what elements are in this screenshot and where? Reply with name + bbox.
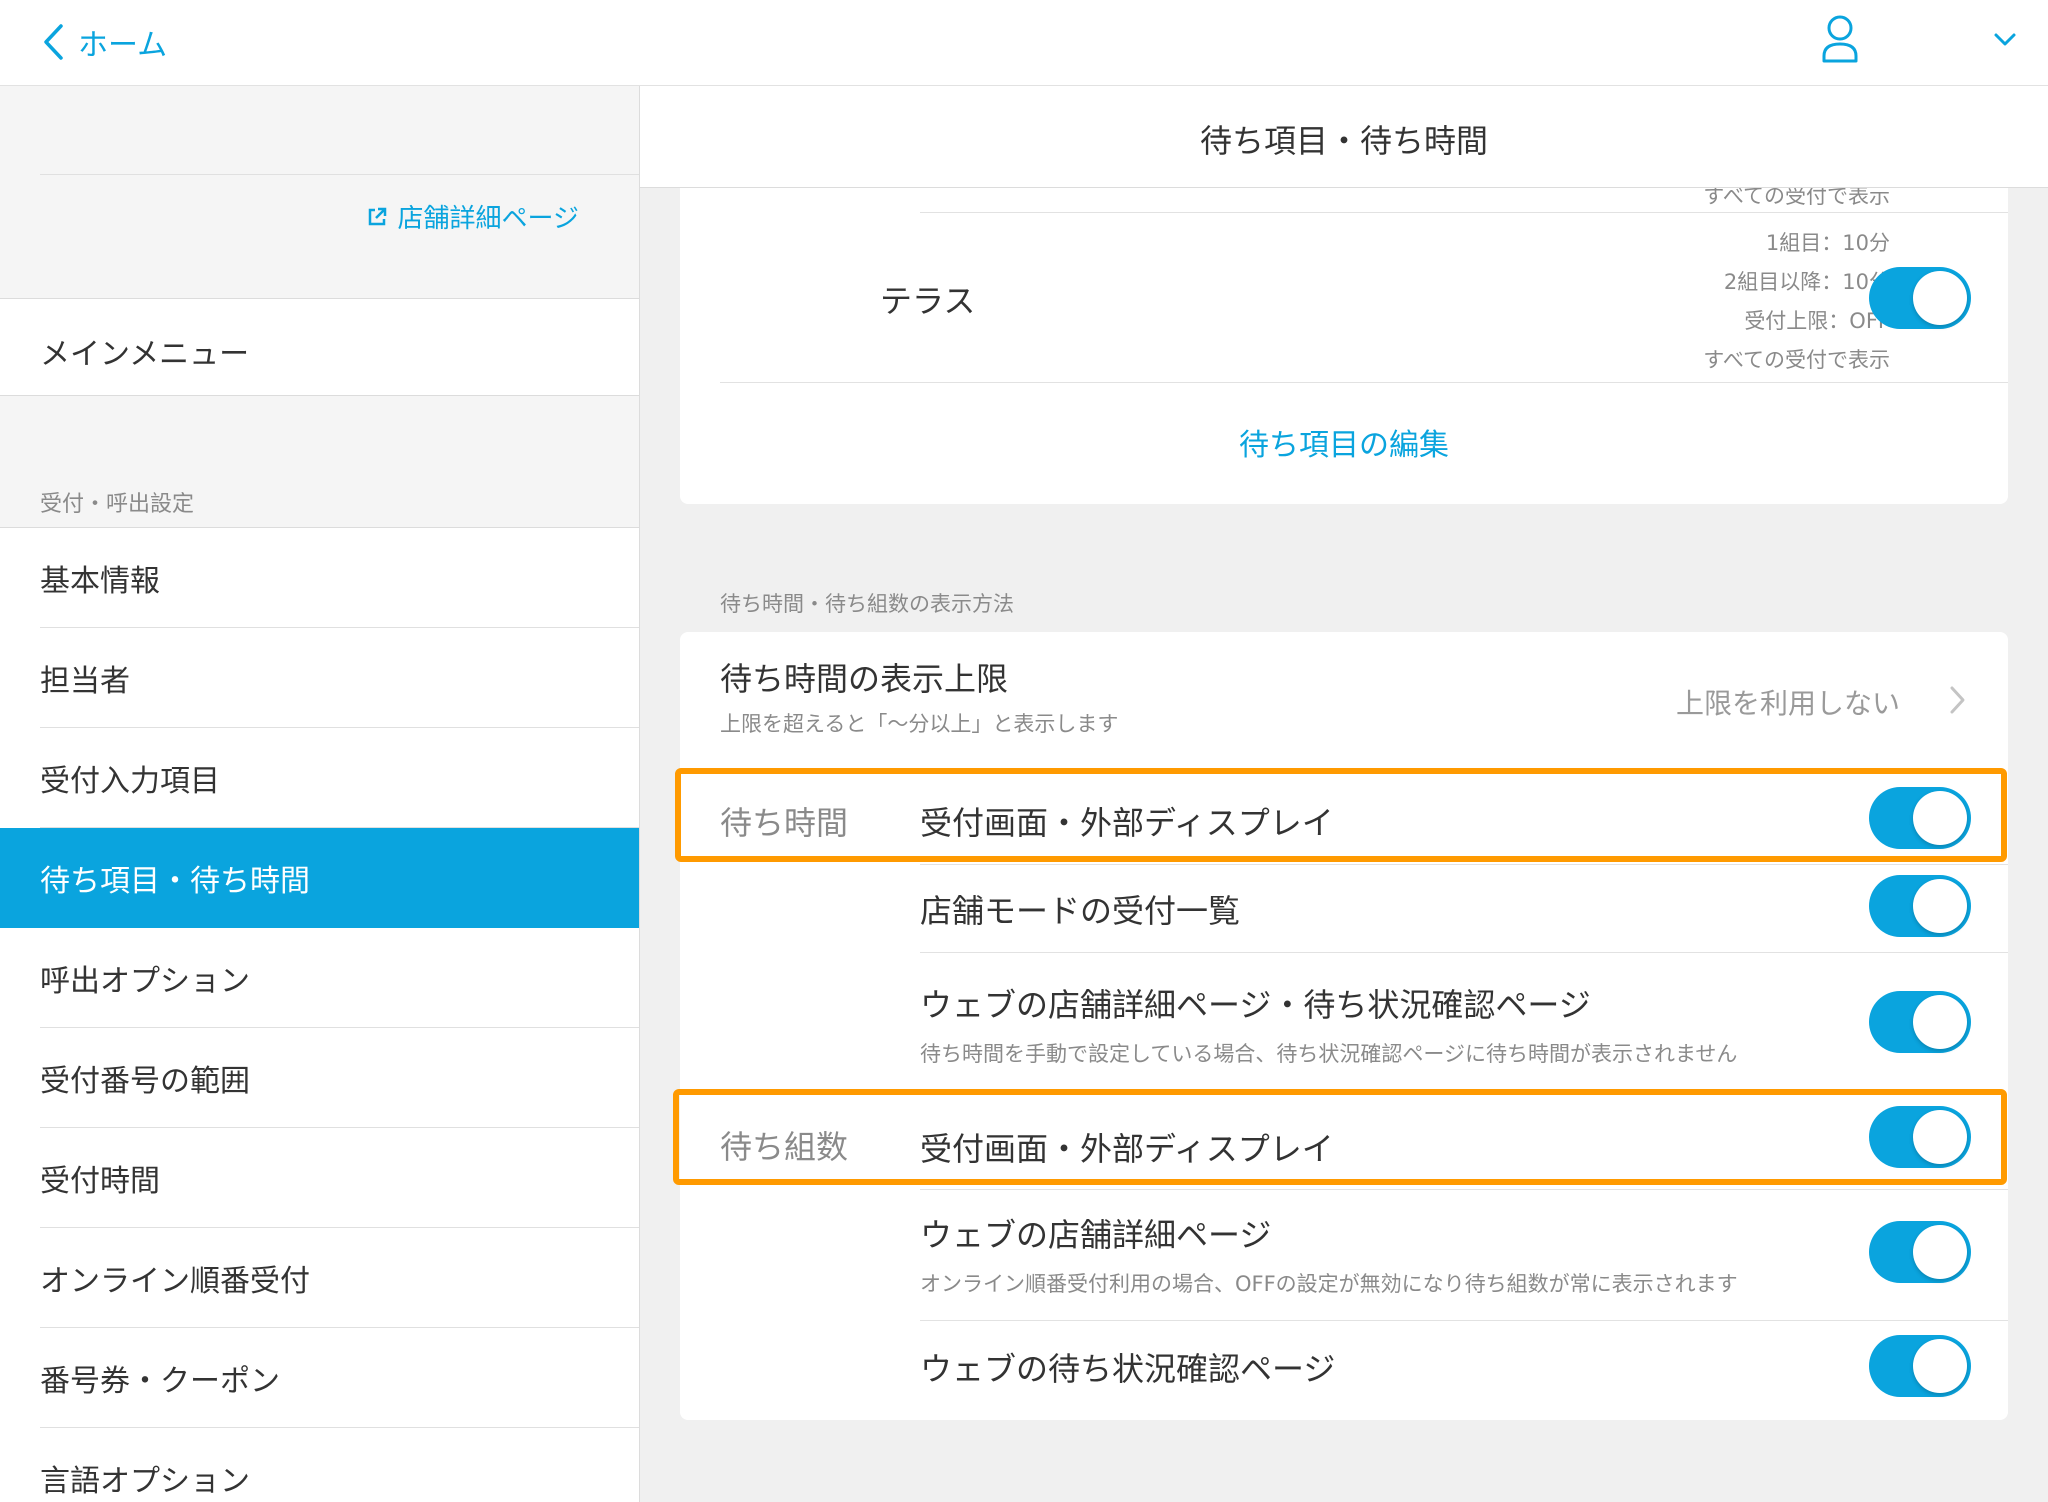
divider: [920, 1320, 2008, 1321]
wait-count-row-label: 受付画面・外部ディスプレイ: [920, 1130, 1334, 1168]
page-title: 待ち項目・待ち時間: [1199, 122, 1488, 160]
divider: [720, 382, 2008, 383]
sidebar-item-label: オンライン順番受付: [40, 1264, 310, 1299]
divider: [40, 174, 639, 175]
sidebar: 店舗詳細ページ メインメニュー 受付・呼出設定 基本情報 担当者 受付入力項目 …: [0, 86, 640, 1502]
wait-time-row-label: ウェブの店舗詳細ページ・待ち状況確認ページ: [920, 986, 1591, 1024]
chevron-left-icon: [44, 24, 63, 60]
detail-line: 2組目以降：10分: [1723, 270, 1890, 294]
sidebar-item-label: 番号券・クーポン: [40, 1364, 280, 1399]
wait-count-row-label: ウェブの待ち状況確認ページ: [920, 1350, 1336, 1388]
store-detail-link-label: 店舗詳細ページ: [397, 204, 579, 234]
terrace-toggle[interactable]: [1869, 267, 1971, 329]
sidebar-list: 基本情報 担当者 受付入力項目 待ち項目・待ち時間 呼出オプション 受付番号の範…: [0, 527, 639, 1502]
wait-count-row-label: ウェブの店舗詳細ページ: [920, 1216, 1272, 1254]
main-menu-item[interactable]: メインメニュー: [0, 298, 639, 396]
wait-item-terrace-label: テラス: [880, 282, 976, 320]
display-section-label: 待ち時間・待ち組数の表示方法: [720, 592, 1014, 616]
divider: [920, 864, 2008, 865]
sidebar-item-input-fields[interactable]: 受付入力項目: [0, 728, 639, 828]
chevron-down-icon[interactable]: [1986, 20, 2024, 58]
detail-line: 受付上限：OFF: [1744, 309, 1890, 333]
external-link-icon: [368, 207, 386, 225]
wait-time-store-mode-toggle[interactable]: [1869, 875, 1971, 937]
sidebar-item-label: 受付時間: [40, 1164, 160, 1199]
wait-count-group-label: 待ち組数: [720, 1128, 849, 1166]
divider: [920, 1189, 2008, 1190]
wait-time-row-label: 店舗モードの受付一覧: [920, 892, 1241, 930]
sidebar-item-label: 待ち項目・待ち時間: [40, 864, 310, 899]
sidebar-item-label: 基本情報: [40, 564, 160, 599]
sidebar-item-online-queue[interactable]: オンライン順番受付: [0, 1228, 639, 1328]
sidebar-item-number-range[interactable]: 受付番号の範囲: [0, 1028, 639, 1128]
top-bar: ホーム: [0, 0, 2048, 86]
sidebar-item-wait-items[interactable]: 待ち項目・待ち時間: [0, 828, 639, 928]
limit-label: 待ち時間の表示上限: [720, 660, 1009, 698]
divider: [920, 952, 2008, 953]
sidebar-item-label: 言語オプション: [40, 1464, 250, 1499]
limit-sub: 上限を超えると「〜分以上」と表示します: [720, 712, 1119, 736]
chevron-right-icon: [1950, 686, 1965, 714]
back-button[interactable]: ホーム: [42, 14, 167, 70]
sidebar-item-staff[interactable]: 担当者: [0, 628, 639, 728]
sidebar-item-label: 受付番号の範囲: [40, 1064, 250, 1099]
wait-count-reception-display-toggle[interactable]: [1869, 1106, 1971, 1168]
main-panel: 待ち項目・待ち時間 すべての受付で表示 テラス 1組目：10分 2組目以降：10…: [640, 86, 2048, 1502]
wait-count-store-page-toggle[interactable]: [1869, 1221, 1971, 1283]
wait-time-web-pages-toggle[interactable]: [1869, 991, 1971, 1053]
sidebar-item-label: 担当者: [40, 664, 130, 699]
main-header: 待ち項目・待ち時間: [640, 86, 2048, 188]
main-menu-label: メインメニュー: [40, 337, 250, 372]
wait-time-reception-display-toggle[interactable]: [1869, 787, 1971, 849]
user-icon[interactable]: [1818, 14, 1862, 64]
wait-time-group-label: 待ち時間: [720, 804, 849, 842]
back-label: ホーム: [78, 28, 168, 63]
sidebar-item-label: 呼出オプション: [40, 964, 250, 999]
sidebar-item-tickets-coupons[interactable]: 番号券・クーポン: [0, 1328, 639, 1428]
wait-count-status-page-toggle[interactable]: [1869, 1335, 1971, 1397]
divider: [920, 212, 2008, 213]
sidebar-item-language-options[interactable]: 言語オプション: [0, 1428, 639, 1502]
sidebar-item-reception-hours[interactable]: 受付時間: [0, 1128, 639, 1228]
limit-value: 上限を利用しない: [1675, 687, 1900, 720]
sidebar-item-call-options[interactable]: 呼出オプション: [0, 928, 639, 1028]
sidebar-item-label: 受付入力項目: [40, 764, 220, 799]
section-label: 受付・呼出設定: [40, 492, 195, 517]
wait-item-terrace-details: 1組目：10分 2組目以降：10分 受付上限：OFF すべての受付で表示: [1703, 224, 1890, 380]
detail-line: 1組目：10分: [1765, 231, 1890, 255]
detail-line: すべての受付で表示: [1703, 348, 1890, 372]
wait-time-row-label: 受付画面・外部ディスプレイ: [920, 804, 1334, 842]
store-detail-link[interactable]: 店舗詳細ページ: [366, 198, 579, 235]
sidebar-item-basic-info[interactable]: 基本情報: [0, 528, 639, 628]
wait-time-limit-row[interactable]: 待ち時間の表示上限 上限を超えると「〜分以上」と表示します 上限を利用しない: [680, 632, 2008, 760]
wait-time-row-sub: 待ち時間を手動で設定している場合、待ち状況確認ページに待ち時間が表示されません: [920, 1042, 1738, 1066]
wait-count-row-sub: オンライン順番受付利用の場合、OFFの設定が無効になり待ち組数が常に表示されます: [920, 1272, 1738, 1296]
edit-wait-items-link[interactable]: 待ち項目の編集: [640, 420, 2048, 464]
